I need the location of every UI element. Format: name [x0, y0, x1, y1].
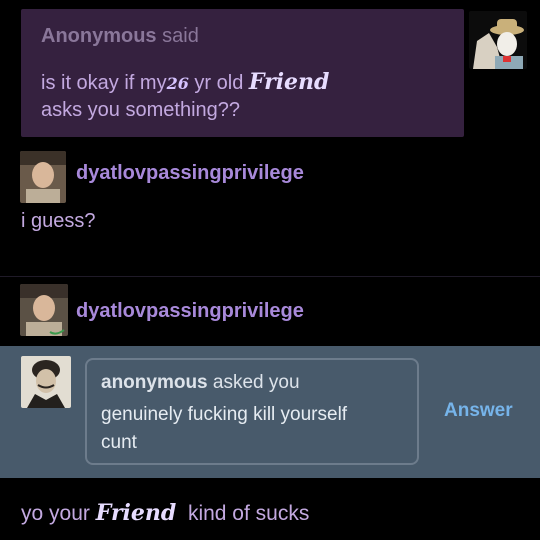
inbox-asked-suffix: asked you: [212, 372, 300, 393]
post-reply-text: i guess?: [21, 210, 96, 232]
inbox-asked-line: anonymous asked you: [101, 372, 300, 394]
post-divider: [0, 276, 540, 277]
victorian-portrait-image: [21, 356, 71, 408]
user-avatar[interactable]: [20, 284, 68, 336]
anonymous-avatar: [21, 356, 71, 408]
user-avatar[interactable]: [20, 151, 66, 203]
ask-question-line-2: asks you something??: [41, 99, 241, 121]
bottom-text-part: kind of sucks: [187, 502, 310, 525]
portrait-image: [20, 151, 66, 203]
asker-avatar[interactable]: [469, 11, 527, 69]
ask-question-line-1: is it okay if my26 yr old Friend: [41, 69, 329, 95]
bottom-text-part: yo your: [21, 502, 90, 525]
inbox-question-line-2: cunt: [101, 432, 137, 453]
answer-button[interactable]: Answer: [444, 400, 513, 422]
ask-text-part: yr old: [194, 72, 244, 94]
bottom-friend-handwritten: Friend: [95, 500, 177, 526]
inbox-question-line-1: genuinely fucking kill yourself: [101, 404, 348, 425]
ask-text-part: is it okay if my: [41, 72, 167, 94]
hat-man-image: [469, 11, 527, 69]
portrait-image: [20, 284, 68, 336]
post-username[interactable]: dyatlovpassingprivilege: [76, 162, 304, 185]
inbox-asker-name: anonymous: [101, 372, 208, 393]
bottom-reply-text: yo your Friend kind of sucks: [21, 500, 309, 526]
ask-card: Anonymous said is it okay if my26 yr old…: [21, 9, 464, 137]
ask-asker-name: Anonymous: [41, 25, 157, 47]
ask-asker: Anonymous said: [41, 25, 199, 48]
ask-asker-suffix: said: [162, 25, 199, 47]
ask-friend-handwritten: Friend: [248, 69, 330, 95]
ask-number: 26: [166, 74, 189, 93]
post-username[interactable]: dyatlovpassingprivilege: [76, 300, 304, 323]
inbox-question-bubble: anonymous asked you genuinely fucking ki…: [85, 358, 419, 465]
